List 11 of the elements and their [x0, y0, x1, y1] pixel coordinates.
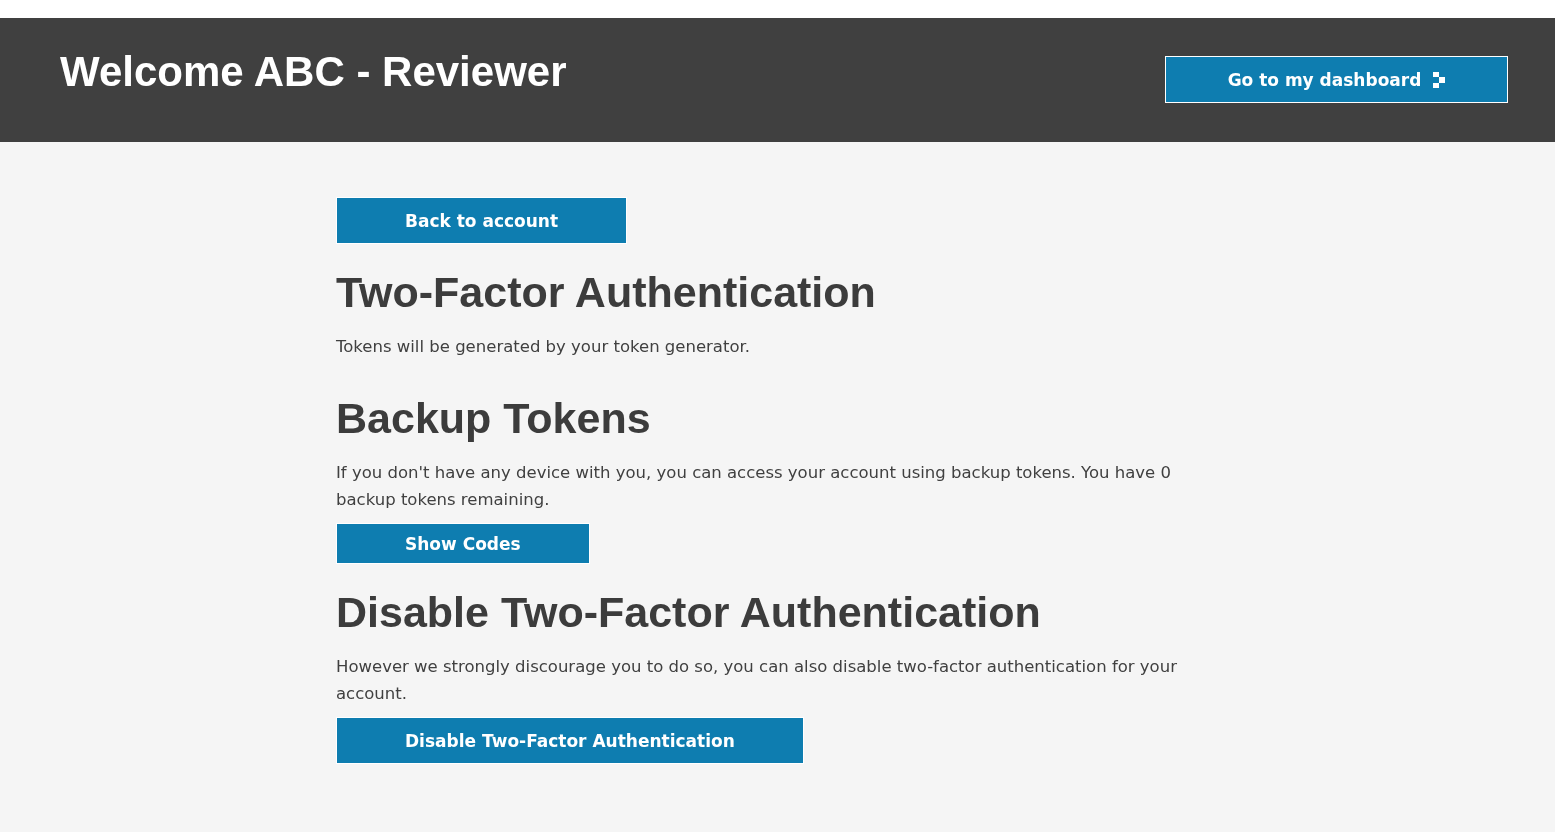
dashboard-button[interactable]: Go to my dashboard [1165, 56, 1508, 103]
section-heading: Backup Tokens [336, 394, 651, 443]
welcome-title: Welcome ABC - Reviewer [60, 48, 567, 96]
action-button[interactable]: Back to account [336, 197, 628, 244]
action-button[interactable]: Disable Two-Factor Authentication [336, 717, 804, 764]
section-heading: Disable Two-Factor Authentication [336, 588, 1041, 637]
description-text: However we strongly discourage you to do so, you can also disable two-factor authentication for your account. [336, 656, 1178, 705]
action-button[interactable]: Show Codes [336, 523, 590, 564]
description-text: If you don't have any device with you, you can access your account using backup tokens. You have 0 backup tokens remaining. [336, 462, 1172, 511]
section-heading: Two-Factor Authentication [336, 268, 876, 317]
description-text: Tokens will be generated by your token generator. [336, 336, 751, 358]
